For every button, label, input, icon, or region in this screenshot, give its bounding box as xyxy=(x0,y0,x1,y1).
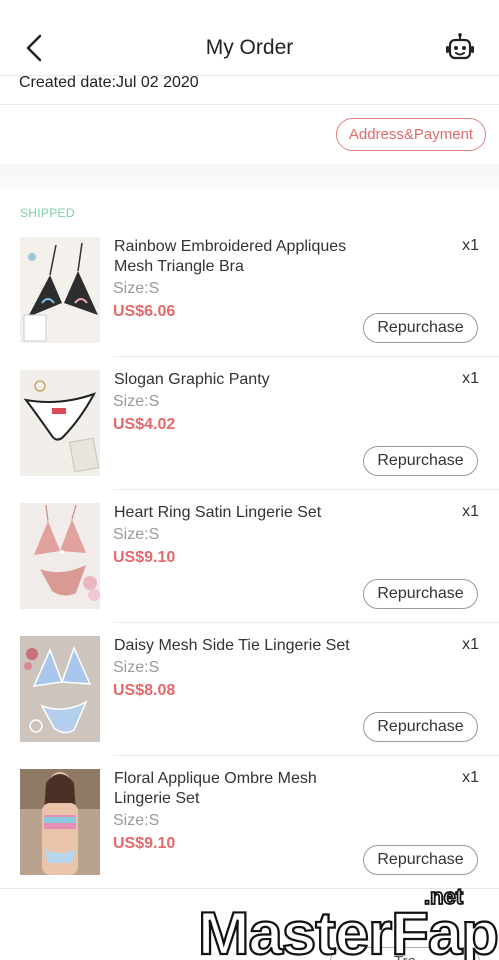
section-gap xyxy=(0,164,499,190)
product-price: US$8.08 xyxy=(113,682,176,699)
order-item: Slogan Graphic Panty x1 Size:S US$4.02 R… xyxy=(0,370,499,503)
product-image[interactable] xyxy=(20,370,100,476)
header-bar: My Order xyxy=(0,0,499,76)
product-price: US$4.02 xyxy=(113,416,176,433)
repurchase-button[interactable]: Repurchase xyxy=(363,579,478,609)
product-name[interactable]: Daisy Mesh Side Tie Lingerie Set xyxy=(114,636,374,656)
address-payment-button[interactable]: Address&Payment xyxy=(336,118,486,151)
product-size: Size:S xyxy=(113,393,160,410)
product-price: US$9.10 xyxy=(113,835,176,852)
product-size: Size:S xyxy=(113,659,160,676)
repurchase-button[interactable]: Repurchase xyxy=(363,712,478,742)
product-quantity: x1 xyxy=(462,769,479,786)
product-quantity: x1 xyxy=(462,370,479,387)
product-name[interactable]: Heart Ring Satin Lingerie Set xyxy=(114,503,374,523)
shipment-status: SHIPPED xyxy=(20,206,75,220)
divider xyxy=(113,755,499,756)
product-image[interactable] xyxy=(20,503,100,609)
divider xyxy=(113,356,499,357)
repurchase-button[interactable]: Repurchase xyxy=(363,313,478,343)
product-name[interactable]: Rainbow Embroidered Appliques Mesh Trian… xyxy=(114,237,374,277)
order-item: Rainbow Embroidered Appliques Mesh Trian… xyxy=(0,237,499,370)
page-title: My Order xyxy=(205,36,294,59)
created-date: Created date:Jul 02 2020 xyxy=(19,74,199,91)
product-quantity: x1 xyxy=(462,237,479,254)
product-image[interactable] xyxy=(20,769,100,875)
divider xyxy=(113,622,499,623)
repurchase-button[interactable]: Repurchase xyxy=(363,446,478,476)
product-name[interactable]: Slogan Graphic Panty xyxy=(114,370,374,390)
product-name[interactable]: Floral Applique Ombre Mesh Lingerie Set xyxy=(114,769,374,809)
product-size: Size:S xyxy=(113,280,160,297)
product-quantity: x1 xyxy=(462,503,479,520)
order-item: Daisy Mesh Side Tie Lingerie Set x1 Size… xyxy=(0,636,499,769)
robot-support-icon[interactable] xyxy=(445,32,475,62)
product-price: US$6.06 xyxy=(113,303,176,320)
order-item: Heart Ring Satin Lingerie Set x1 Size:S … xyxy=(0,503,499,636)
product-size: Size:S xyxy=(113,812,160,829)
order-item: Floral Applique Ombre Mesh Lingerie Set … xyxy=(0,769,499,902)
watermark-text: MasterFap xyxy=(198,900,498,960)
divider xyxy=(113,489,499,490)
product-size: Size:S xyxy=(113,526,160,543)
product-price: US$9.10 xyxy=(113,549,176,566)
product-image[interactable] xyxy=(20,636,100,742)
repurchase-button[interactable]: Repurchase xyxy=(363,845,478,875)
product-quantity: x1 xyxy=(462,636,479,653)
product-image[interactable] xyxy=(20,237,100,343)
divider xyxy=(0,104,499,105)
watermark-logo: .net MasterFap xyxy=(197,884,499,960)
